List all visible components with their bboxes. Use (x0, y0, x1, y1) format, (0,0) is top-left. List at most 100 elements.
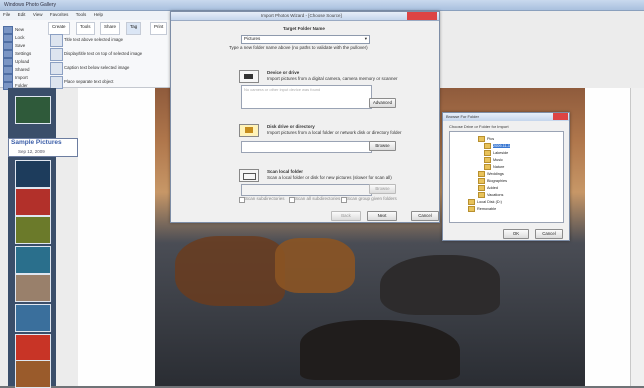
tree-node-label: Biographies (487, 179, 508, 183)
tab-print[interactable]: Print (150, 22, 168, 35)
ribbon-shared-button[interactable]: Shared (3, 66, 30, 74)
tree-node[interactable]: Added (478, 185, 498, 191)
menu-bar: File Edit View Favorites Tools Help (0, 11, 180, 20)
thumbnail[interactable] (15, 96, 51, 124)
folder-icon (478, 136, 485, 142)
thumbnail[interactable] (15, 246, 51, 274)
browse-cancel-button[interactable]: Cancel (535, 229, 563, 239)
ribbon-upload-label: Upload (15, 59, 30, 65)
thumbnail[interactable] (15, 216, 51, 244)
next-button[interactable]: Next (367, 211, 397, 221)
advanced-button[interactable]: Advanced (369, 98, 396, 108)
browse-dialog-title: Browse For Folder (446, 114, 479, 119)
sample-pictures-title: Sample Pictures (11, 139, 62, 146)
menu-favorites[interactable]: Favorites (50, 12, 69, 17)
browse-button[interactable]: Browse (369, 141, 396, 151)
thumbnail[interactable] (15, 334, 51, 362)
app-title: Windows Photo Gallery (4, 2, 56, 8)
tree-node[interactable]: Pics (478, 136, 494, 142)
tree-node[interactable]: Nature (484, 164, 504, 170)
tree-node-label: Vacations (487, 193, 504, 197)
caption-below-label: Caption text below selected image (64, 65, 130, 70)
ribbon-settings-button[interactable]: Settings (3, 50, 31, 58)
menu-view[interactable]: View (33, 12, 43, 17)
tree-node[interactable]: Music (484, 157, 503, 163)
tab-tools[interactable]: Tools (76, 22, 95, 35)
tab-share[interactable]: Share (100, 22, 121, 35)
target-folder-select[interactable]: Pictures ▾ (241, 35, 370, 44)
tree-node[interactable]: Vacations (478, 192, 503, 198)
camera-device-icon[interactable] (239, 70, 259, 83)
thumbnail[interactable] (15, 274, 51, 302)
tree-node-label: Music (493, 158, 503, 162)
title-above-icon[interactable] (50, 34, 63, 47)
menu-tools[interactable]: Tools (76, 12, 87, 17)
folder-source-icon[interactable] (239, 124, 259, 137)
save-icon (3, 42, 13, 50)
scan-subdirs-label: Scan subdirectories (245, 196, 285, 201)
folder-icon (484, 164, 491, 170)
tree-node[interactable]: Removable (468, 206, 496, 212)
device-list-box[interactable]: No camera or other input device was foun… (241, 85, 372, 109)
menu-help[interactable]: Help (94, 12, 103, 17)
new-icon (3, 26, 13, 34)
vertical-scrollbar[interactable] (630, 88, 644, 386)
close-icon[interactable] (553, 113, 568, 120)
folder-path-field[interactable] (241, 141, 372, 153)
ribbon-save-button[interactable]: Save (3, 42, 25, 50)
folder-icon (484, 157, 491, 163)
ribbon-upload-button[interactable]: Upload (3, 58, 29, 66)
ribbon-lock-button[interactable]: Lock (3, 34, 25, 42)
ribbon-shared-label: Shared (15, 67, 30, 73)
thumbnail[interactable] (15, 188, 51, 216)
ok-button[interactable]: OK (503, 229, 529, 239)
title-above-label: Title text above selected image (64, 37, 124, 42)
folder-icon (484, 143, 491, 149)
cancel-button[interactable]: Cancel (411, 211, 439, 221)
menu-file[interactable]: File (3, 12, 10, 17)
title-on-top-icon[interactable] (50, 48, 63, 61)
tree-node[interactable]: Biographies (478, 178, 507, 184)
folder-icon (478, 192, 485, 198)
ribbon-new-button[interactable]: New (3, 26, 24, 34)
thumbnail[interactable] (15, 360, 51, 388)
browse-dialog-title-bar[interactable]: Browse For Folder (443, 113, 569, 121)
menu-edit[interactable]: Edit (18, 12, 26, 17)
ribbon-new-label: New (15, 27, 25, 33)
photo-rock (175, 236, 285, 306)
back-button[interactable]: Back (331, 211, 361, 221)
close-icon[interactable] (407, 12, 437, 20)
tree-node-label: Weddings (487, 172, 504, 176)
lock-icon (3, 34, 13, 42)
thumbnail[interactable] (15, 304, 51, 332)
scan-all-subdirs-label: Scan all subdirectories (295, 196, 341, 201)
import-dialog-title-bar[interactable]: Import Photos Wizard - [Choose Source] (171, 12, 439, 21)
app-title-bar[interactable]: Windows Photo Gallery (0, 0, 644, 11)
folder-tree[interactable]: Pics 2009-11-1 Lakeside Music Nature Wed… (449, 131, 564, 223)
device-desc: Import pictures from a digital camera, c… (267, 76, 398, 81)
tree-node[interactable]: Local Disk (D:) (468, 199, 502, 205)
ribbon-import-button[interactable]: Import (3, 74, 28, 82)
tree-node[interactable]: Weddings (478, 171, 504, 177)
drive-icon (468, 206, 475, 212)
upload-icon (3, 58, 13, 66)
title-on-top-label: Display/title text on top of selected im… (64, 51, 143, 56)
scan-folder-icon[interactable] (239, 169, 259, 182)
tree-node-label: Nature (493, 165, 505, 169)
caption-below-icon[interactable] (50, 62, 63, 75)
tree-node-selected[interactable]: 2009-11-1 (484, 143, 511, 149)
tree-node-label: Removable (477, 207, 497, 211)
tab-tag[interactable]: Tag (126, 22, 142, 35)
import-dialog-title: Import Photos Wizard - [Choose Source] (261, 13, 342, 18)
scan-path-field[interactable] (241, 184, 372, 196)
tree-node-label: Added (487, 186, 498, 190)
folder-icon (478, 171, 485, 177)
browse-prompt: Choose Drive or Folder for Import (449, 124, 509, 129)
folder-source-desc: Import pictures from a local folder or n… (267, 130, 402, 135)
target-folder-hint: Type a new folder name above (no paths t… (229, 45, 368, 50)
chevron-down-icon: ▾ (364, 36, 367, 41)
scan-browse-button[interactable]: Browse (369, 184, 396, 194)
thumbnail[interactable] (15, 160, 51, 188)
tree-node[interactable]: Lakeside (484, 150, 508, 156)
scan-title: Scan local folder (267, 169, 304, 174)
